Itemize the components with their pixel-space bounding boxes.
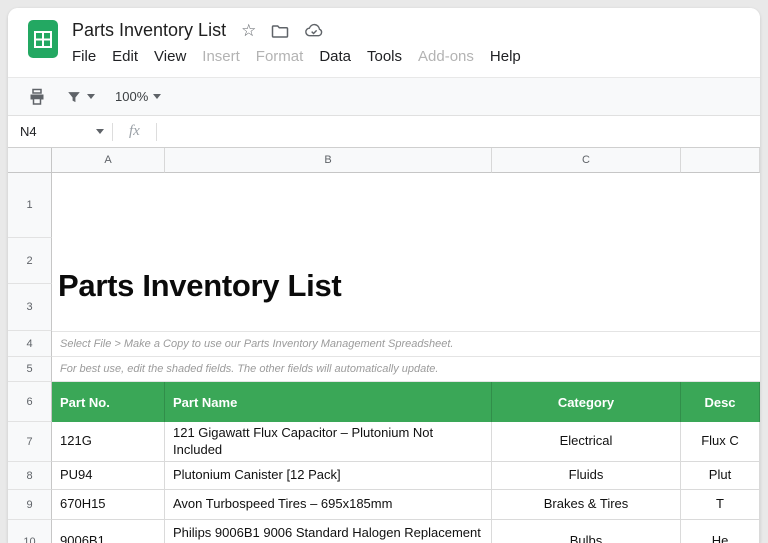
- row-9: 9 670H15 Avon Turbospeed Tires – 695x185…: [8, 490, 760, 520]
- cell-b9[interactable]: Avon Turbospeed Tires – 695x185mm: [165, 490, 492, 520]
- cell-d7[interactable]: Flux C: [681, 422, 760, 462]
- row-header-6[interactable]: 6: [8, 382, 52, 422]
- caret-down-icon: [153, 94, 162, 99]
- table-header-part-no[interactable]: Part No.: [52, 382, 165, 422]
- filter-button[interactable]: [66, 89, 95, 105]
- cloud-status-icon[interactable]: [304, 23, 324, 38]
- caret-down-icon: [87, 94, 95, 99]
- sheet-grid: A B C 1 2 3 4 Select File > Make a Copy …: [8, 148, 760, 543]
- row-7: 7 121G 121 Gigawatt Flux Capacitor – Plu…: [8, 422, 760, 462]
- note-cell-2[interactable]: For best use, edit the shaded fields. Th…: [52, 357, 760, 382]
- row-header-3[interactable]: 3: [8, 284, 52, 331]
- zoom-select[interactable]: 100%: [115, 89, 162, 104]
- row-4: 4 Select File > Make a Copy to use our P…: [8, 331, 760, 357]
- star-icon[interactable]: ☆: [241, 22, 256, 39]
- cell-c7[interactable]: Electrical: [492, 422, 681, 462]
- menu-file[interactable]: File: [72, 48, 96, 65]
- cell-c10[interactable]: Bulbs: [492, 520, 681, 543]
- select-all-corner[interactable]: [8, 148, 52, 173]
- column-header-d[interactable]: [681, 148, 760, 173]
- row-header-1[interactable]: 1: [8, 173, 52, 238]
- row-header-8[interactable]: 8: [8, 462, 52, 490]
- divider: [155, 122, 157, 141]
- filter-icon: [68, 91, 80, 102]
- toolbar: 100%: [8, 78, 760, 116]
- row-header-4[interactable]: 4: [8, 331, 52, 357]
- column-header-row: A B C: [8, 148, 760, 173]
- cell-a9[interactable]: 670H15: [52, 490, 165, 520]
- cell-a10[interactable]: 9006B1: [52, 520, 165, 543]
- empty-cells-row3[interactable]: [52, 284, 760, 331]
- zoom-value: 100%: [115, 89, 149, 104]
- table-header-part-name[interactable]: Part Name: [165, 382, 492, 422]
- fx-icon: fx: [129, 123, 140, 139]
- menu-edit[interactable]: Edit: [112, 48, 138, 65]
- cell-d8[interactable]: Plut: [681, 462, 760, 490]
- title-area: Parts Inventory List ☆ File Edit View In…: [72, 18, 521, 77]
- cell-reference: N4: [20, 124, 37, 139]
- row-header-5[interactable]: 5: [8, 357, 52, 382]
- column-header-a[interactable]: A: [52, 148, 165, 173]
- empty-cells-row2[interactable]: [52, 238, 760, 284]
- formula-bar: N4 fx: [8, 116, 760, 148]
- cell-b8[interactable]: Plutonium Canister [12 Pack]: [165, 462, 492, 490]
- row-header-10[interactable]: 10: [8, 520, 52, 543]
- note-cell-1[interactable]: Select File > Make a Copy to use our Par…: [52, 331, 760, 357]
- sheets-logo-icon: [28, 20, 58, 58]
- cell-d9[interactable]: T: [681, 490, 760, 520]
- row-5: 5 For best use, edit the shaded fields. …: [8, 357, 760, 382]
- cell-b10[interactable]: Philips 9006B1 9006 Standard Halogen Rep…: [165, 520, 492, 543]
- column-header-c[interactable]: C: [492, 148, 681, 173]
- cell-a7[interactable]: 121G: [52, 422, 165, 462]
- row-8: 8 PU94 Plutonium Canister [12 Pack] Flui…: [8, 462, 760, 490]
- row-header-9[interactable]: 9: [8, 490, 52, 520]
- cell-d10[interactable]: He: [681, 520, 760, 543]
- divider: [112, 122, 113, 141]
- row-10: 10 9006B1 Philips 9006B1 9006 Standard H…: [8, 520, 760, 543]
- caret-down-icon: [96, 129, 104, 134]
- document-title[interactable]: Parts Inventory List: [72, 20, 226, 41]
- cell-a8[interactable]: PU94: [52, 462, 165, 490]
- menu-view[interactable]: View: [154, 48, 186, 65]
- cell-c9[interactable]: Brakes & Tires: [492, 490, 681, 520]
- menu-tools[interactable]: Tools: [367, 48, 402, 65]
- sheets-logo[interactable]: [28, 20, 58, 58]
- row-1: 1: [8, 173, 760, 238]
- row-header-7[interactable]: 7: [8, 422, 52, 462]
- row-2: 2: [8, 238, 760, 284]
- row-3: 3: [8, 284, 760, 331]
- column-header-b[interactable]: B: [165, 148, 492, 173]
- table-header-category[interactable]: Category: [492, 382, 681, 422]
- menu-help[interactable]: Help: [490, 48, 521, 65]
- move-folder-icon[interactable]: [271, 23, 289, 38]
- menu-data[interactable]: Data: [319, 48, 351, 65]
- cell-b7[interactable]: 121 Gigawatt Flux Capacitor – Plutonium …: [165, 422, 492, 462]
- table-header-description[interactable]: Desc: [681, 382, 760, 422]
- empty-cells-row1[interactable]: [52, 173, 760, 238]
- print-button[interactable]: [28, 88, 46, 106]
- menu-insert[interactable]: Insert: [202, 48, 240, 65]
- menu-addons[interactable]: Add-ons: [418, 48, 474, 65]
- menubar: File Edit View Insert Format Data Tools …: [72, 48, 521, 65]
- cell-c8[interactable]: Fluids: [492, 462, 681, 490]
- row-6: 6 Part No. Part Name Category Desc: [8, 382, 760, 422]
- row-header-2[interactable]: 2: [8, 238, 52, 284]
- name-box[interactable]: N4: [8, 116, 112, 147]
- menu-format[interactable]: Format: [256, 48, 304, 65]
- app-header: Parts Inventory List ☆ File Edit View In…: [8, 8, 760, 78]
- spreadsheet-window: Parts Inventory List ☆ File Edit View In…: [8, 8, 760, 543]
- print-icon: [30, 88, 44, 105]
